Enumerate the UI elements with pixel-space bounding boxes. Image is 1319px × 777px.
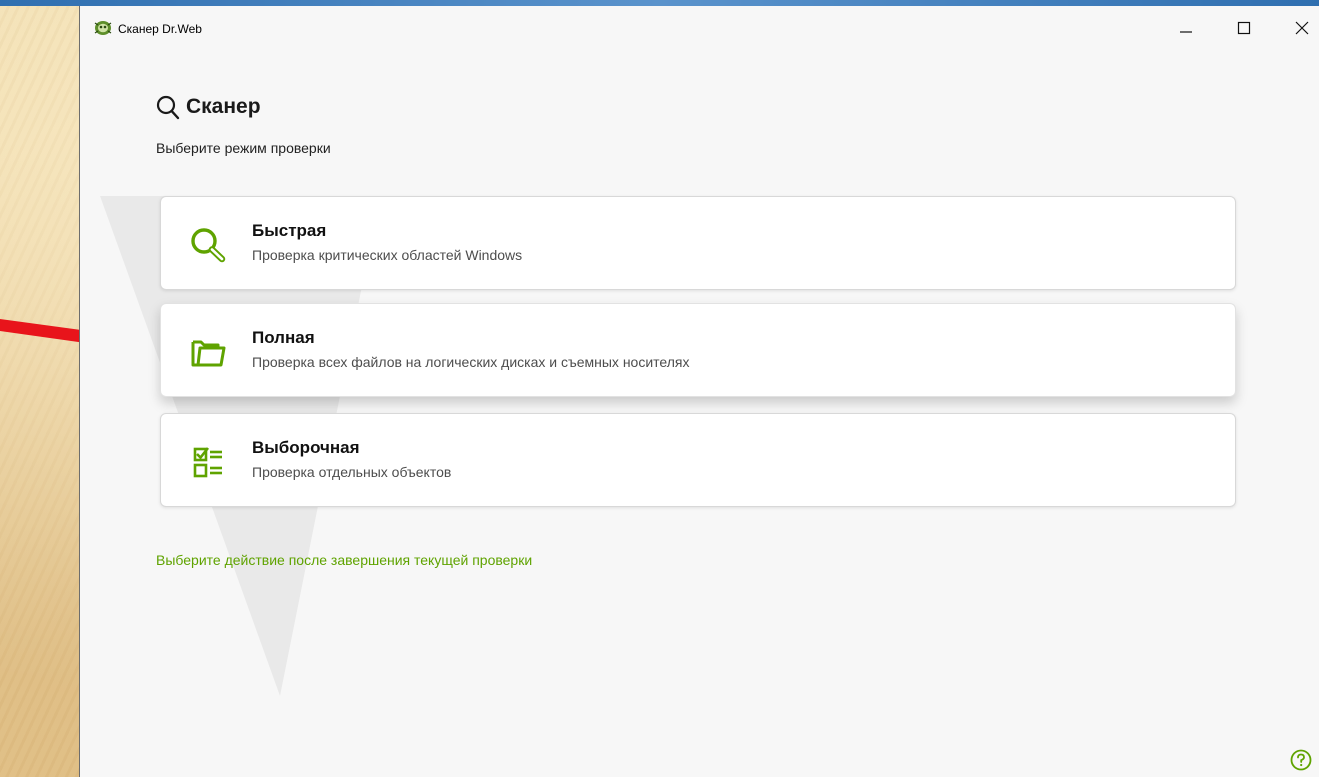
- card-title: Полная: [252, 328, 315, 347]
- minimize-button[interactable]: [1171, 16, 1201, 42]
- window-title: Сканер Dr.Web: [118, 22, 202, 36]
- search-icon: [156, 95, 180, 120]
- card-title: Быстрая: [252, 221, 327, 240]
- close-button[interactable]: [1287, 16, 1317, 42]
- checklist-icon: [193, 447, 222, 478]
- maximize-button[interactable]: [1229, 16, 1259, 42]
- page-title: Сканер: [186, 95, 261, 118]
- scan-mode-full[interactable]: Полная Проверка всех файлов на логически…: [160, 303, 1236, 397]
- card-title: Выборочная: [252, 438, 360, 457]
- help-icon[interactable]: [1290, 749, 1312, 771]
- maximize-icon: [1237, 21, 1251, 35]
- after-scan-action-link[interactable]: Выберите действие после завершения текущ…: [156, 552, 532, 568]
- card-description: Проверка отдельных объектов: [252, 464, 452, 480]
- drweb-spider-icon: [94, 21, 112, 35]
- title-bar[interactable]: Сканер Dr.Web: [80, 6, 1319, 48]
- minimize-icon: [1180, 31, 1192, 33]
- scan-mode-quick[interactable]: Быстрая Проверка критических областей Wi…: [160, 196, 1236, 290]
- card-description: Проверка критических областей Windows: [252, 247, 523, 263]
- scan-mode-custom[interactable]: Выборочная Проверка отдельных объектов: [160, 413, 1236, 507]
- card-description: Проверка всех файлов на логических диска…: [252, 354, 690, 370]
- scanner-window: Сканер Dr.Web Сканер Выберите режим пров…: [79, 6, 1319, 777]
- close-icon: [1295, 21, 1309, 35]
- page-subtitle: Выберите режим проверки: [156, 140, 331, 156]
- magnifier-icon: [191, 228, 226, 263]
- folder-icon: [191, 340, 226, 367]
